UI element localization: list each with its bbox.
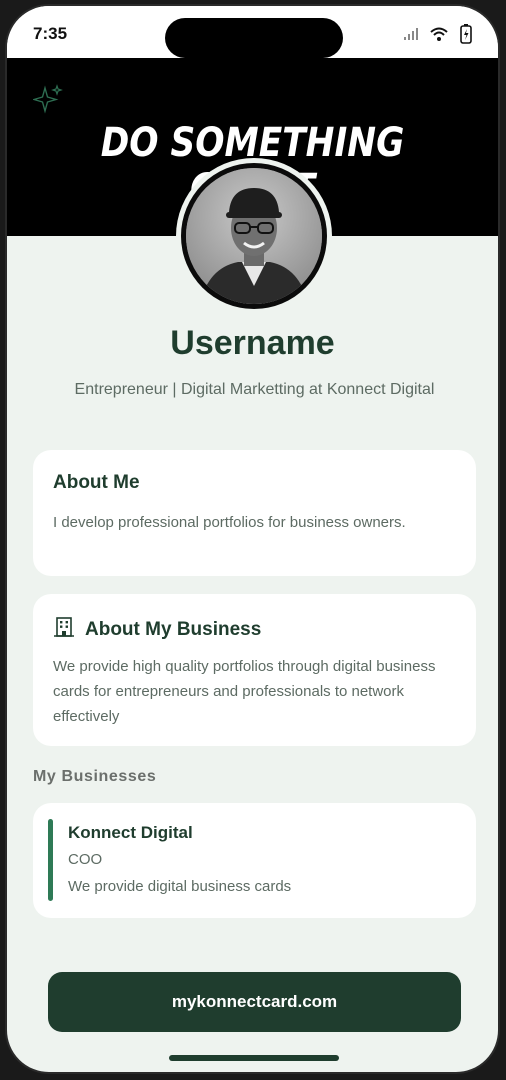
sparkle-icon [31, 84, 63, 119]
about-me-title: About Me [53, 472, 140, 493]
business-description: We provide digital business cards [68, 878, 292, 895]
home-indicator[interactable] [169, 1055, 339, 1061]
avatar[interactable] [186, 168, 322, 304]
signal-icon [404, 28, 418, 40]
business-role: COO [68, 851, 103, 868]
phone-screen: 7:35 DO SOMETHING Username Entrepreneur … [5, 4, 500, 1074]
wifi-icon [430, 27, 448, 41]
profile-tagline: Entrepreneur | Digital Marketting at Kon… [74, 381, 435, 398]
about-me-text: I develop professional portfolios for bu… [53, 514, 406, 531]
battery-icon [460, 24, 472, 44]
status-bar: 7:35 [7, 6, 498, 58]
profile-username: Username [170, 324, 335, 362]
building-icon [53, 616, 75, 644]
status-icons [404, 24, 472, 44]
business-name: Konnect Digital [68, 823, 193, 842]
status-time: 7:35 [33, 24, 68, 43]
about-business-title: About My Business [85, 619, 262, 640]
about-business-text: We provide high quality portfolios throu… [53, 658, 436, 725]
about-me-card: About Me I develop professional portfoli… [33, 450, 476, 576]
website-link-button[interactable]: mykonnectcard.com [48, 972, 461, 1032]
my-businesses-label: My Businesses [33, 768, 157, 785]
about-business-card: About My Business We provide high qualit… [33, 594, 476, 746]
camera-notch [165, 18, 343, 58]
avatar-ring [176, 158, 332, 314]
business-accent-bar [48, 819, 53, 901]
business-item[interactable]: Konnect Digital COO We provide digital b… [33, 803, 476, 918]
